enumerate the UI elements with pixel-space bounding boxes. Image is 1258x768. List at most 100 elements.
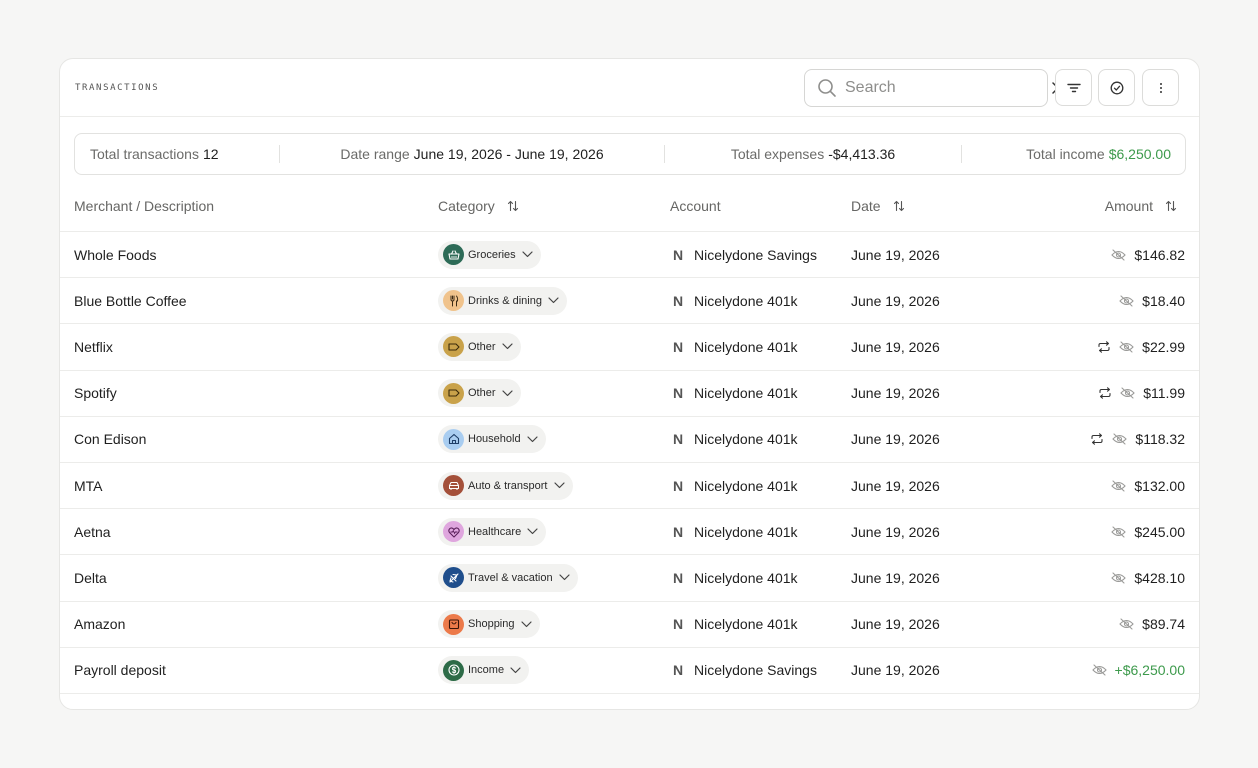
- account-cell: N Nicelydone 401k: [670, 371, 798, 416]
- chevron-down-icon: [522, 251, 533, 258]
- merchant-name: Whole Foods: [74, 246, 157, 263]
- account-name: Nicelydone 401k: [694, 616, 798, 633]
- account-cell: N Nicelydone 401k: [670, 278, 798, 323]
- transaction-date: June 19, 2026: [851, 338, 940, 355]
- hide-amount-icon[interactable]: [1111, 526, 1127, 538]
- amount-cell: $245.00: [1111, 509, 1185, 554]
- amount-cell: $118.32: [1090, 417, 1185, 462]
- table-row[interactable]: Amazon Shopping N Nicelydone 401k June 1…: [60, 602, 1199, 648]
- category-label: Income: [468, 664, 505, 677]
- summary-value: June 19, 2026 - June 19, 2026: [413, 146, 604, 162]
- summary-label: Total expenses: [730, 146, 825, 162]
- utensils-icon: [443, 290, 464, 312]
- chevron-down-icon: [510, 667, 521, 674]
- hide-amount-icon[interactable]: [1120, 387, 1135, 399]
- category-dropdown[interactable]: Travel & vacation: [438, 563, 578, 592]
- summary-label: Total income: [1026, 146, 1105, 162]
- chevron-down-icon: [527, 528, 538, 535]
- category-dropdown[interactable]: Healthcare: [438, 517, 547, 546]
- hide-amount-icon[interactable]: [1111, 572, 1127, 584]
- account-cell: N Nicelydone 401k: [670, 417, 798, 462]
- table-row[interactable]: Aetna Healthcare N Nicelydone 401k June …: [60, 509, 1199, 556]
- chevron-down-icon: [526, 436, 538, 443]
- account-logo: N: [672, 246, 684, 263]
- tag-icon: [443, 336, 464, 358]
- filter-button[interactable]: [1055, 69, 1092, 106]
- table-row[interactable]: Payroll deposit Income N Nicelydone Savi…: [60, 648, 1199, 694]
- category-dropdown[interactable]: Other: [438, 379, 521, 408]
- search-input[interactable]: [845, 79, 1052, 97]
- select-button[interactable]: [1098, 69, 1135, 106]
- summary-value: $6,250.00: [1108, 146, 1171, 162]
- category-label: Healthcare: [468, 525, 522, 538]
- column-header-amount[interactable]: Amount: [1105, 198, 1177, 214]
- column-header-date[interactable]: Date: [851, 198, 905, 214]
- table-row[interactable]: Blue Bottle Coffee Drinks & dining N Nic…: [60, 278, 1199, 325]
- category-dropdown[interactable]: Drinks & dining: [438, 286, 567, 315]
- table-row[interactable]: Whole Foods Groceries N Nicelydone Savin…: [60, 232, 1199, 279]
- table-row[interactable]: Netflix Other N Nicelydone 401k June 19,…: [60, 324, 1199, 371]
- sort-icon[interactable]: [893, 200, 905, 212]
- column-header-category[interactable]: Category: [438, 198, 519, 214]
- account-cell: N Nicelydone Savings: [670, 232, 817, 277]
- amount-cell: +$6,250.00: [1091, 648, 1185, 693]
- account-cell: N Nicelydone 401k: [670, 602, 798, 647]
- transaction-date: June 19, 2026: [851, 246, 940, 263]
- merchant-name: Con Edison: [74, 431, 147, 448]
- hide-amount-icon[interactable]: [1112, 433, 1128, 445]
- merchant-name: MTA: [74, 477, 103, 494]
- amount-cell: $89.74: [1119, 602, 1185, 647]
- table-row[interactable]: Delta Travel & vacation N Nicelydone 401…: [60, 555, 1199, 602]
- summary-bar: Total transactions 12 Date range June 19…: [74, 133, 1186, 175]
- more-options-button[interactable]: [1142, 69, 1179, 106]
- hide-amount-icon[interactable]: [1111, 249, 1127, 261]
- merchant-name: Aetna: [74, 523, 111, 540]
- table-row[interactable]: Con Edison Household N Nicelydone 401k J…: [60, 417, 1199, 463]
- amount-cell: $428.10: [1111, 555, 1185, 600]
- amount-cell: $11.99: [1098, 371, 1185, 416]
- summary-value: -$4,413.36: [828, 146, 896, 162]
- category-dropdown[interactable]: Groceries: [438, 240, 541, 269]
- summary-total-expenses: Total expenses -$4,413.36: [665, 134, 961, 174]
- amount-value: $89.74: [1142, 616, 1185, 633]
- transaction-date: June 19, 2026: [851, 569, 940, 586]
- account-cell: N Nicelydone 401k: [670, 555, 798, 600]
- category-dropdown[interactable]: Shopping: [438, 610, 540, 639]
- category-dropdown[interactable]: Income: [438, 656, 530, 685]
- account-name: Nicelydone Savings: [694, 662, 817, 679]
- hide-amount-icon[interactable]: [1119, 618, 1134, 630]
- hide-amount-icon[interactable]: [1111, 479, 1127, 492]
- sort-icon[interactable]: [1165, 200, 1177, 212]
- account-logo: N: [672, 523, 684, 540]
- chevron-down-icon: [553, 482, 565, 489]
- recurring-icon: [1098, 387, 1112, 399]
- column-label: Merchant / Description: [74, 198, 215, 214]
- category-dropdown[interactable]: Auto & transport: [438, 471, 573, 500]
- category-dropdown[interactable]: Household: [438, 425, 546, 454]
- amount-value: $146.82: [1134, 246, 1185, 263]
- amount-value: $18.40: [1142, 292, 1185, 309]
- category-label: Auto & transport: [468, 479, 548, 492]
- account-cell: N Nicelydone 401k: [670, 509, 798, 554]
- account-name: Nicelydone 401k: [694, 431, 798, 448]
- chevron-down-icon: [520, 620, 532, 628]
- hide-amount-icon[interactable]: [1119, 295, 1134, 307]
- table-row[interactable]: MTA Auto & transport N Nicelydone 401k J…: [60, 463, 1199, 510]
- amount-cell: $22.99: [1097, 324, 1185, 369]
- hide-amount-icon[interactable]: [1091, 664, 1107, 676]
- transaction-date: June 19, 2026: [851, 662, 940, 679]
- car-icon: [443, 475, 464, 497]
- sort-icon[interactable]: [507, 200, 519, 212]
- heart-pulse-icon: [443, 521, 464, 543]
- table-row[interactable]: Spotify Other N Nicelydone 401k June 19,…: [60, 371, 1199, 417]
- chevron-down-icon: [548, 297, 559, 304]
- search-box[interactable]: [804, 69, 1064, 107]
- tag-icon: [443, 382, 464, 404]
- category-dropdown[interactable]: Other: [438, 332, 521, 361]
- basket-icon: [443, 244, 464, 266]
- summary-date-range: Date range June 19, 2026 - June 19, 2026: [280, 134, 664, 174]
- hide-amount-icon[interactable]: [1119, 341, 1134, 353]
- merchant-name: Blue Bottle Coffee: [74, 292, 187, 309]
- account-logo: N: [672, 569, 684, 586]
- page-title: TRANSACTIONS: [75, 83, 160, 93]
